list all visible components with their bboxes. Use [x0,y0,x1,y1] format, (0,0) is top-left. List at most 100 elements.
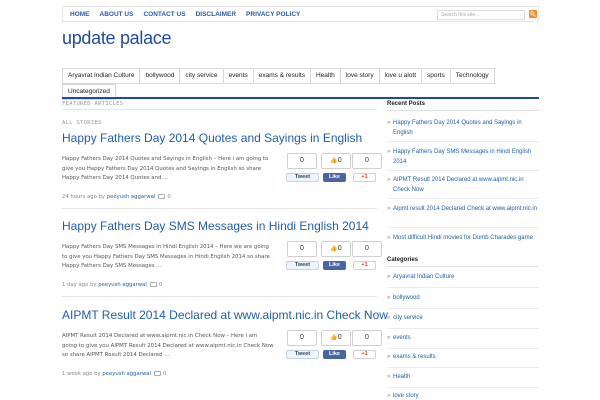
comment-count[interactable]: 0 [163,371,166,377]
tweet-count: 0 [287,241,317,257]
recent-post-link[interactable]: » Most difficult Hindi movies for Dumb Ch… [387,234,539,244]
divider [387,110,539,111]
comment-count[interactable]: 0 [167,194,170,200]
plus-count: 0 [352,241,382,257]
cat-exams-results[interactable]: exams & results [252,68,310,84]
nav-home-link[interactable]: HOME [65,9,95,19]
bullet-icon: » [387,206,391,212]
cat-bollywood[interactable]: bollywood [139,68,180,84]
post-meta: 1 week ago by peeyush aggarwal 0 [62,371,166,377]
nav-contact-link[interactable]: CONTACT US [138,9,190,19]
recent-posts-heading: Recent Posts [387,101,426,107]
bullet-icon: » [387,354,391,360]
cat-events[interactable]: events [222,68,253,84]
post-excerpt: Happy Fathers Day 2014 Quotes and Saying… [62,156,269,181]
recent-post-link[interactable]: » Happy Fathers Day 2014 Quotes and Sayin… [387,119,539,138]
search-button[interactable] [529,10,537,18]
plus-count: 0 [352,153,382,169]
top-nav: HOME ABOUT US CONTACT US DISCLAIMER PRIV… [65,9,305,19]
divider [387,227,539,228]
divider [387,266,539,267]
post-time: 24 hours ago by [62,194,106,200]
like-count-box: 👍0 [321,330,351,346]
featured-articles-label: FEATURED ARTICLES [62,101,124,107]
divider [62,109,377,110]
tweet-count: 0 [287,153,317,169]
nav-disclaimer-link[interactable]: DISCLAIMER [191,9,241,19]
thumbs-up-icon: 👍 [330,335,338,341]
thumbs-up-icon: 👍 [330,246,338,252]
post-title-link[interactable]: AIPMT Result 2014 Declared at www.aipmt.… [62,308,388,322]
author-link[interactable]: peeyush aggarwal [98,282,147,288]
google-plus-button[interactable]: +1 [353,261,376,270]
bullet-icon: » [387,335,391,341]
divider [387,328,539,329]
post-item: Happy Fathers Day 2014 Quotes and Saying… [62,131,382,209]
like-button[interactable]: Like [323,261,346,270]
author-link[interactable]: peeyush aggarwal [102,371,151,377]
cat-city-service[interactable]: city service [179,68,223,84]
bullet-icon: » [387,393,391,399]
cat-aryavrat[interactable]: Aryavrat Indian Culture [62,68,140,84]
post-title-link[interactable]: Happy Fathers Day SMS Messages in Hindi … [62,219,377,233]
category-nav-row: Aryavrat Indian Culture bollywood city s… [62,68,539,84]
post-title-link[interactable]: Happy Fathers Day 2014 Quotes and Saying… [62,131,377,145]
post-item: Happy Fathers Day SMS Messages in Hindi … [62,219,382,297]
google-plus-button[interactable]: +1 [353,173,376,182]
comment-count[interactable]: 0 [159,282,162,288]
like-button[interactable]: Like [323,350,346,359]
site-title[interactable]: update palace [62,28,172,49]
category-link[interactable]: » exams & results [387,353,539,363]
tweet-button[interactable]: Tweet [286,173,319,182]
category-link[interactable]: » Health [387,373,539,383]
comment-icon [158,194,166,199]
like-count: 0 [337,157,342,164]
post-meta: 24 hours ago by peeyush aggarwal 0 [62,194,171,200]
like-count: 0 [337,245,342,252]
nav-about-link[interactable]: ABOUT US [95,9,139,19]
divider [387,367,539,368]
author-link[interactable]: peeyush aggarwal [107,194,156,200]
tweet-button[interactable]: Tweet [286,350,319,359]
cat-technology[interactable]: Technology [449,68,495,84]
all-stories-label: ALL STORIES [62,120,102,126]
category-link[interactable]: » events [387,334,539,344]
plus-count: 0 [352,330,382,346]
google-plus-button[interactable]: +1 [353,350,376,359]
like-count-box: 👍0 [321,241,351,257]
divider [387,287,539,288]
recent-post-link[interactable]: » AIPMT Result 2014 Declared at www.aipmt… [387,176,539,195]
divider [387,170,539,171]
tweet-button[interactable]: Tweet [286,261,319,270]
recent-post-link[interactable]: » Aipmt result 2014 Declared Check at www… [387,205,539,215]
cat-health[interactable]: Health [309,68,340,84]
divider [387,387,539,388]
nav-privacy-link[interactable]: PRIVACY POLICY [241,9,305,19]
post-item: AIPMT Result 2014 Declared at www.aipmt.… [62,308,388,377]
category-link[interactable]: » Aryavrat Indian Culture [387,273,539,283]
divider [387,308,539,309]
post-excerpt: AIPMT Result 2014 Declared at www.aipmt.… [62,333,274,358]
bullet-icon: » [387,374,391,380]
post-time: 1 week ago by [62,371,101,377]
search-input[interactable]: Search this site... [437,10,525,20]
category-link[interactable]: » city service [387,314,539,324]
like-button[interactable]: Like [323,173,346,182]
tweet-count: 0 [287,330,317,346]
bullet-icon: » [387,177,391,183]
category-link[interactable]: » love story [387,392,539,400]
cat-sports[interactable]: sports [421,68,450,84]
top-bar: HOME ABOUT US CONTACT US DISCLAIMER PRIV… [62,6,539,22]
like-count: 0 [337,334,342,341]
recent-post-link[interactable]: » Happy Fathers Day SMS Messages in Hindi… [387,148,539,167]
cat-love-u-alott[interactable]: love u alott [378,68,422,84]
post-excerpt: Happy Fathers Day SMS Messages in Hindi … [62,244,270,269]
bullet-icon: » [387,295,391,301]
divider [387,141,539,142]
post-meta: 1 day ago by peeyush aggarwal 0 [62,282,162,288]
category-nav: Aryavrat Indian Culture bollywood city s… [62,68,539,100]
comment-icon [154,371,161,376]
like-count-box: 👍0 [321,153,351,169]
category-link[interactable]: » bollywood [387,294,539,304]
cat-love-story[interactable]: love story [339,68,379,84]
